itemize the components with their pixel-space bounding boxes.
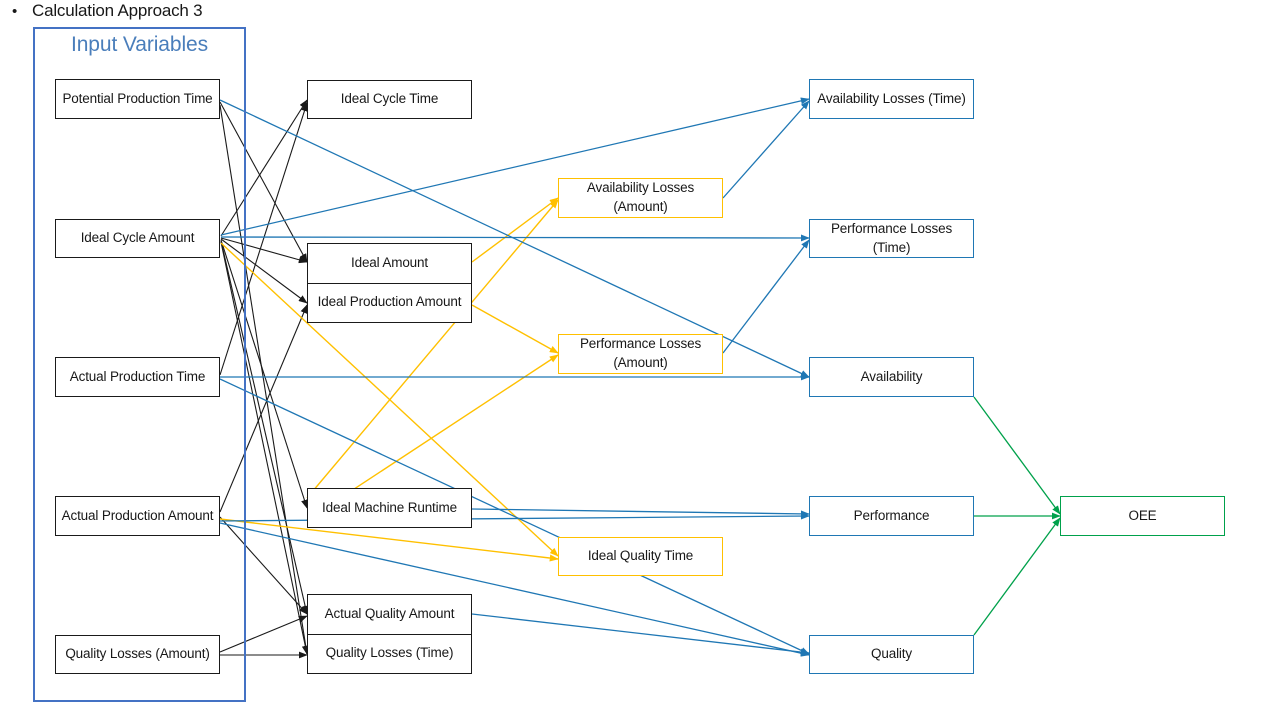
node-label: Ideal Cycle Time [340,91,439,107]
connector-quality-to-oee [973,517,1061,636]
node-group-ideal-amount-stack: Ideal Amount Ideal Production Amount [307,243,472,323]
connector-ideal_machine_runtime-to-performance [471,508,810,518]
diagram-canvas: • Calculation Approach 3 Input Variables … [0,0,1280,720]
node-label: Ideal Cycle Amount [80,230,195,246]
connector-performance_losses_amount-to-performance_losses_time [722,239,810,354]
node-label: Ideal Quality Time [587,548,694,564]
node-performance[interactable]: Performance [809,496,974,536]
node-ideal_quality_time[interactable]: Ideal Quality Time [558,537,723,576]
node-group-quality-amount-stack: Actual Quality Amount Quality Losses (Tim… [307,594,472,674]
slide-title: • Calculation Approach 3 [12,1,203,21]
input-variables-group-title: Input Variables [70,33,209,56]
node-label: Availability Losses (Time) [817,90,966,106]
node-actual_production_time[interactable]: Actual Production Time [55,357,220,397]
connector-ideal_production_amount-to-performance_losses_amount [471,304,559,354]
node-availability_losses_time[interactable]: Availability Losses (Time) [809,79,974,119]
node-label: Potential Production Time [62,90,213,106]
node-performance_losses_time[interactable]: Performance Losses (Time) [809,219,974,258]
green-connectors [973,396,1061,636]
node-availability[interactable]: Availability [809,357,974,397]
node-label: Performance Losses (Amount) [579,336,702,370]
connector-availability-to-oee [973,396,1061,515]
connector-actual_quality_amount-to-quality [471,613,810,656]
node-quality[interactable]: Quality [809,635,974,674]
connector-availability_losses_amount-to-availability_losses_time [722,100,810,199]
node-label: Availability [860,368,923,384]
node-label: Actual Quality Amount [324,605,455,621]
node-actual_production_amount[interactable]: Actual Production Amount [55,496,220,536]
node-label: OEE [1128,507,1157,523]
node-availability_losses_amount[interactable]: Availability Losses (Amount) [558,178,723,218]
node-quality_losses_amount[interactable]: Quality Losses (Amount) [55,635,220,674]
slide-title-text: Calculation Approach 3 [32,1,203,20]
node-ideal_amount[interactable]: Ideal Amount [308,244,471,283]
connector-ideal_amount-to-availability_losses_amount [471,197,559,263]
node-label: Ideal Production Amount [317,294,462,310]
node-ideal_cycle_time[interactable]: Ideal Cycle Time [307,80,472,119]
node-actual_quality_amount[interactable]: Actual Quality Amount [308,595,471,634]
node-label: Performance [853,507,930,523]
node-label: Quality Losses (Time) [325,645,454,661]
node-label: Ideal Machine Runtime [322,499,457,515]
node-label: Performance Losses (Time) [830,220,953,255]
bullet-glyph: • [12,3,18,20]
node-potential_production_time[interactable]: Potential Production Time [55,79,220,119]
node-label: Quality [871,646,912,662]
node-oee[interactable]: OEE [1060,496,1225,536]
node-performance_losses_amount[interactable]: Performance Losses (Amount) [558,334,723,374]
node-ideal_production_amount[interactable]: Ideal Production Amount [308,282,471,323]
node-quality_losses_time[interactable]: Quality Losses (Time) [308,633,471,674]
node-label: Quality Losses (Amount) [65,646,210,662]
node-label: Actual Production Time [69,368,206,384]
node-ideal_cycle_amount[interactable]: Ideal Cycle Amount [55,219,220,258]
node-label: Ideal Amount [350,254,428,270]
node-label: Actual Production Amount [61,507,214,523]
connector-ideal_cycle_amount-to-performance_losses_time [220,234,810,242]
node-label: Availability Losses (Amount) [586,180,695,214]
node-ideal_machine_runtime[interactable]: Ideal Machine Runtime [307,488,472,528]
